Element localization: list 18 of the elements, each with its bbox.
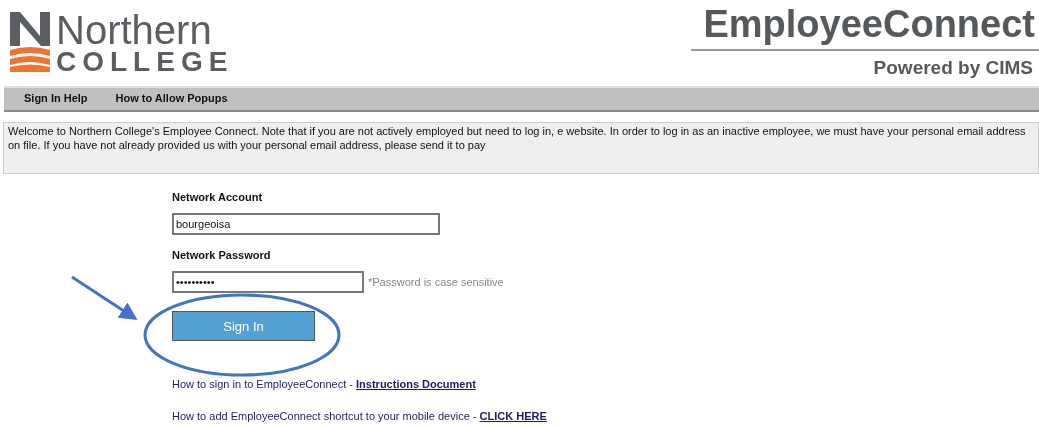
account-field[interactable]: bourgeoisa [172, 213, 440, 235]
nav-link[interactable]: Sign In Help [24, 92, 88, 106]
logo-subname: COLLEGE [56, 48, 234, 76]
password-field[interactable]: •••••••••• [172, 271, 364, 293]
help-link[interactable]: CLICK HERE [479, 410, 547, 422]
help-text: How to sign in to EmployeeConnect - Instructions Document [172, 378, 476, 390]
annotation-arrow [71, 275, 138, 320]
password-hint: *Password is case sensitive [368, 276, 504, 288]
brand-title: EmployeeConnect [691, 5, 1039, 51]
help-link[interactable]: Instructions Document [356, 378, 476, 390]
field-label: Network Password [172, 249, 271, 261]
logo-icon [10, 12, 52, 72]
help-text: How to add EmployeeConnect shortcut to your mobile device - CLICK HERE [172, 410, 547, 422]
nav-link[interactable]: How to Allow Popups [115, 92, 228, 106]
field-label: Network Account [172, 191, 263, 203]
notice-text: Welcome to Northern College's Employee Connect. Note that if you are not actively employed but need to log in, e website. In order to log in as an inactive employee, we must have your personal email address on file. If you have not already provided us with your personal email address, please send it to pay [8, 125, 1026, 151]
brand-subtitle: Powered by CIMS [873, 55, 1034, 79]
logo-name: Northern [56, 10, 213, 50]
